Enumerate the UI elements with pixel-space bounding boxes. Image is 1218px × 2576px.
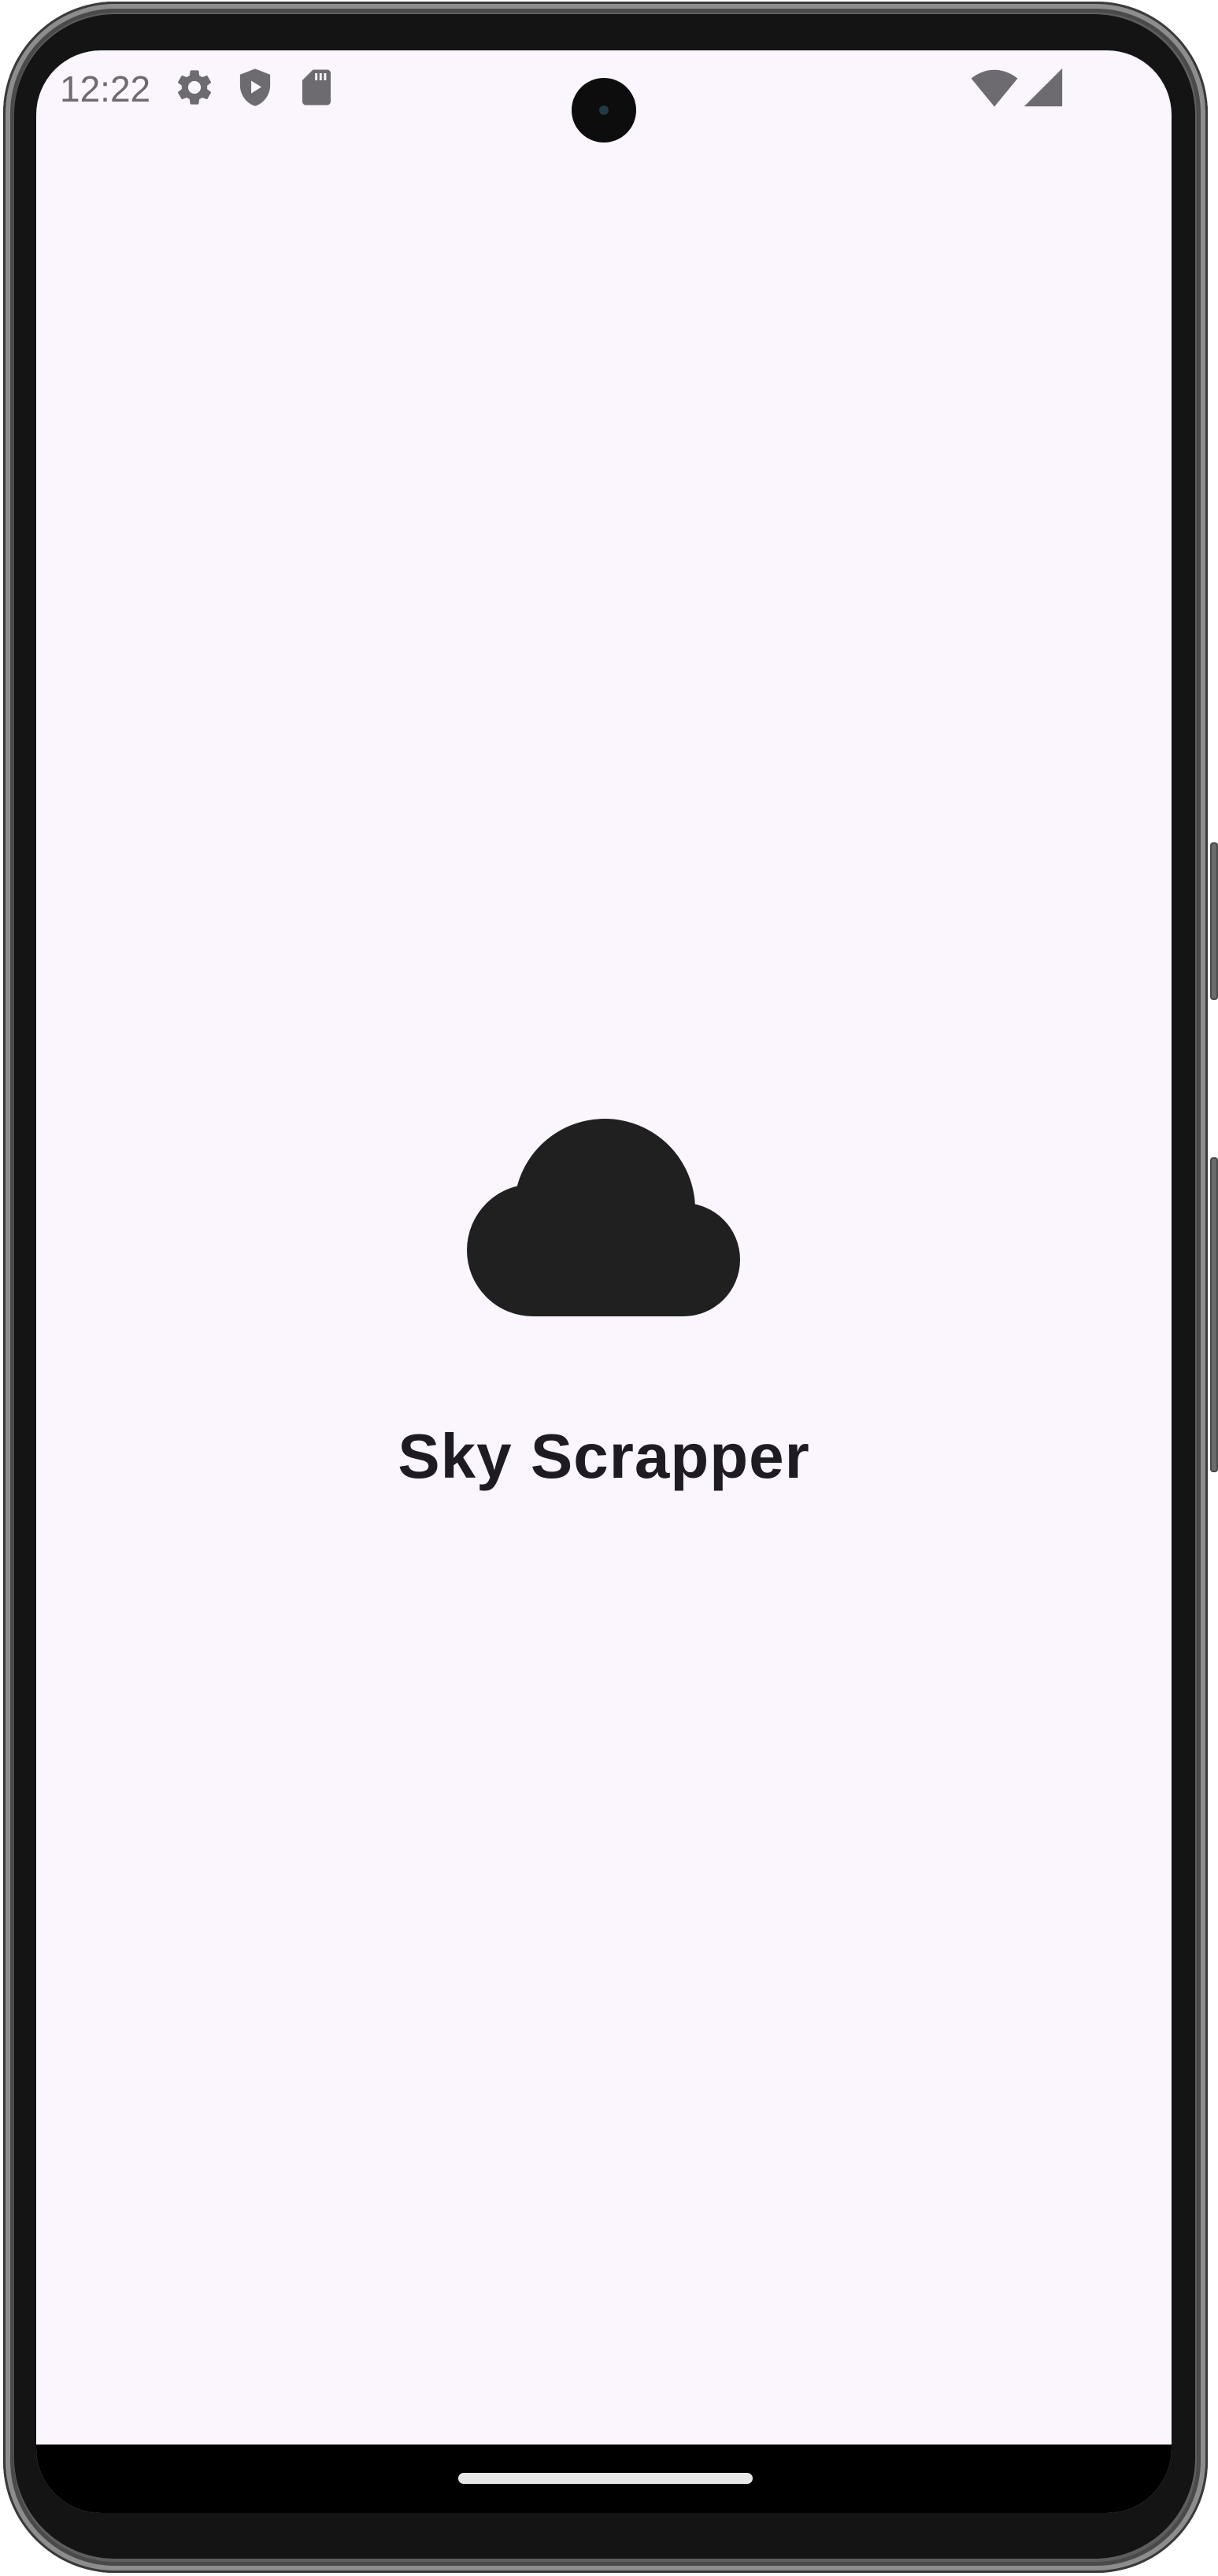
cloud-icon (467, 1119, 740, 1316)
navigation-bar (36, 2445, 1172, 2513)
app-title: Sky Scrapper (398, 1421, 810, 1491)
phone-device: 12:22 Sky Scrapper (0, 0, 1218, 2576)
volume-button (1210, 1157, 1218, 1472)
splash-screen: Sky Scrapper (36, 50, 1172, 2513)
phone-screen: 12:22 Sky Scrapper (36, 50, 1172, 2513)
power-button (1210, 842, 1218, 1000)
gesture-handle[interactable] (458, 2473, 753, 2484)
